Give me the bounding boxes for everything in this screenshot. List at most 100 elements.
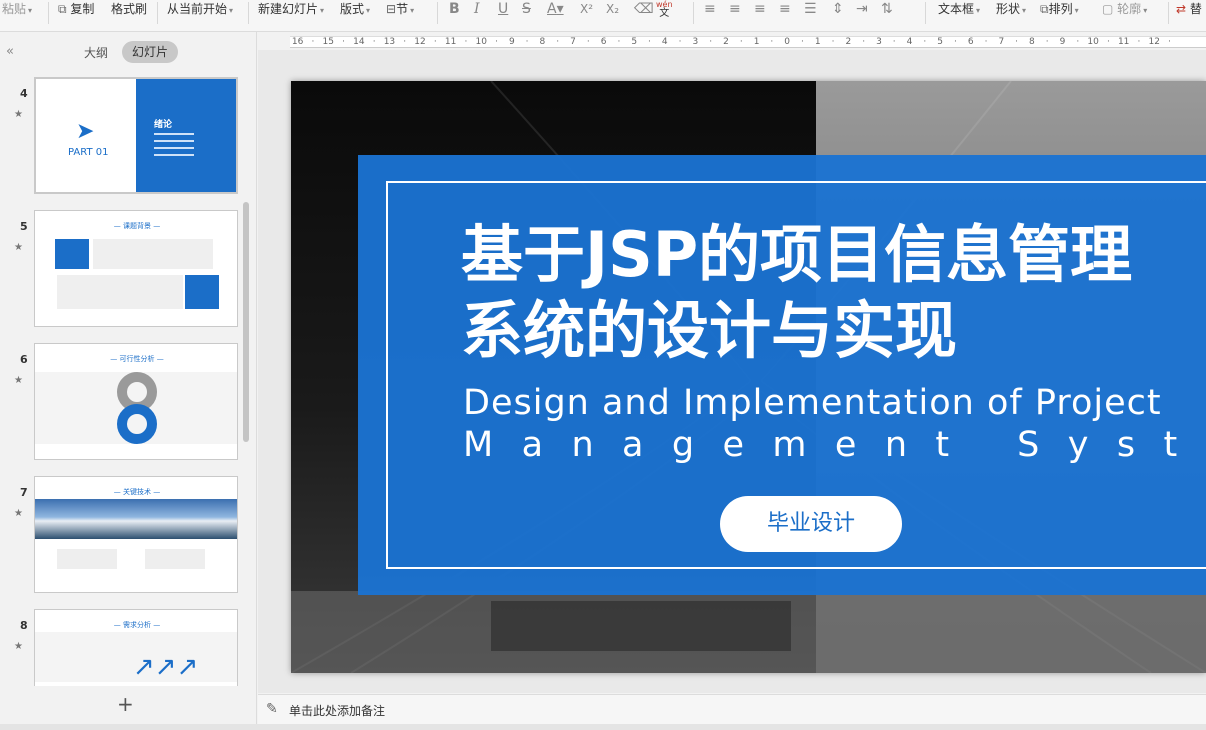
outline-button[interactable]: ▢ 轮廓 ▾ xyxy=(1102,0,1147,18)
bold-button[interactable]: B xyxy=(449,0,460,18)
slide-thumbnail[interactable]: — 课题背景 — xyxy=(34,210,238,327)
new-slide-button[interactable]: 新建幻灯片 ▾ xyxy=(258,0,324,18)
animation-star-icon: ★ xyxy=(14,641,23,652)
format-painter-label: 格式刷 xyxy=(111,2,148,16)
shape-button[interactable]: 形状 ▾ xyxy=(996,0,1026,18)
diamond-icon xyxy=(55,239,89,269)
indent-icon[interactable]: ⇥ xyxy=(856,0,868,18)
ruler-minor-tick: · xyxy=(556,37,560,47)
notes-bar[interactable]: ✎ 单击此处添加备注 xyxy=(258,694,1206,724)
graduation-design-label[interactable]: 毕业设计 xyxy=(720,496,902,552)
slide-thumbnail[interactable]: — 可行性分析 — xyxy=(34,343,238,460)
status-bar xyxy=(0,724,1206,730)
animation-star-icon: ★ xyxy=(14,375,23,386)
ruler-tick: 3 xyxy=(692,37,699,47)
paste-button[interactable]: 粘贴 ▾ xyxy=(2,0,32,18)
ruler-minor-tick: · xyxy=(1015,37,1019,47)
ruler-minor-tick: · xyxy=(801,37,804,47)
ruler-tick: 14 xyxy=(353,37,365,47)
section-title: 绪论 xyxy=(154,120,173,130)
align-center-icon[interactable]: ≡ xyxy=(729,0,741,18)
new-slide-label: 新建幻灯片 xyxy=(258,2,319,16)
font-color-button[interactable]: A▾ xyxy=(547,0,564,18)
layout-button[interactable]: 版式 ▾ xyxy=(340,0,370,18)
slide-thumbnail[interactable]: — 关键技术 — xyxy=(34,476,238,593)
pinyin-bottom: 文 xyxy=(659,8,670,19)
ruler-minor-tick: · xyxy=(1106,37,1110,47)
outline-icon: ▢ xyxy=(1102,2,1114,16)
italic-button[interactable]: I xyxy=(474,0,480,18)
ruler-minor-tick: · xyxy=(831,37,835,47)
ruler-minor-tick: · xyxy=(495,37,498,47)
slide-thumbnail[interactable]: — 需求分析 — ↗↗↗ xyxy=(34,609,238,686)
layout-label: 版式 xyxy=(340,2,365,16)
ruler-tick: 9 xyxy=(1059,37,1066,47)
ruler-tick: 6 xyxy=(600,37,607,47)
thumbnail-row[interactable]: 7 ★ — 关键技术 — xyxy=(0,476,257,596)
add-slide-button[interactable]: + xyxy=(117,692,134,716)
ruler-tick: 2 xyxy=(723,37,729,47)
thumb-blue-panel xyxy=(136,79,236,192)
notes-placeholder[interactable]: 单击此处添加备注 xyxy=(289,702,385,719)
ruler-tick: 1 xyxy=(753,37,760,47)
text-direction-icon[interactable]: ⇅ xyxy=(881,0,893,18)
ruler-minor-tick: · xyxy=(678,37,682,47)
replace-button[interactable]: ⇄ 替 xyxy=(1176,0,1202,18)
animation-star-icon: ★ xyxy=(14,508,23,519)
ruler-minor-tick: · xyxy=(953,37,957,47)
thumbnail-row[interactable]: 6 ★ — 可行性分析 — xyxy=(0,343,257,463)
thumb-title: — 课题背景 — xyxy=(113,222,161,230)
ruler-tick: 10 xyxy=(475,37,487,47)
ruler-minor-tick: · xyxy=(586,37,590,47)
strikethrough-button[interactable]: S xyxy=(522,0,531,18)
thumb-text-block xyxy=(145,549,205,569)
collapse-pane-icon[interactable]: « xyxy=(6,44,14,59)
eraser-icon[interactable]: ⌫ xyxy=(634,0,654,18)
ruler-minor-tick: · xyxy=(372,37,376,47)
section-label: 节 xyxy=(396,2,409,16)
slide-title-en-line2[interactable]: Management System xyxy=(463,425,1206,465)
slide-number: 6 xyxy=(20,353,28,366)
superscript-button[interactable]: X² xyxy=(580,0,593,18)
current-slide[interactable]: 基于JSP的项目信息管理 系统的设计与实现 Design and Impleme… xyxy=(291,81,1206,673)
replace-icon: ⇄ xyxy=(1176,2,1187,16)
pinyin-guide-button[interactable]: wén 文 xyxy=(656,0,673,19)
align-right-icon[interactable]: ≡ xyxy=(754,0,766,18)
thumbnail-scrollbar[interactable] xyxy=(243,202,249,442)
ruler-minor-tick: · xyxy=(403,37,407,47)
section-button[interactable]: ⊟节 ▾ xyxy=(386,0,414,18)
align-left-icon[interactable]: ≡ xyxy=(704,0,716,18)
textbox-label: 文本框 xyxy=(938,2,975,16)
textbox-button[interactable]: 文本框 ▾ xyxy=(938,0,980,18)
subscript-button[interactable]: X₂ xyxy=(606,0,619,18)
ruler-minor-tick: · xyxy=(648,37,651,47)
ruler-minor-tick: · xyxy=(984,37,988,47)
part-label: PART 01 xyxy=(68,147,109,158)
thumbnail-row[interactable]: 5 ★ — 课题背景 — xyxy=(0,210,257,330)
format-painter-button[interactable]: 格式刷 xyxy=(111,0,147,18)
thumbnail-row[interactable]: 8 ★ — 需求分析 — ↗↗↗ xyxy=(0,609,257,686)
arrange-button[interactable]: ⧉排列 ▾ xyxy=(1040,0,1079,18)
copy-button[interactable]: ⧉ 复制 xyxy=(58,0,94,18)
justify-icon[interactable]: ≡ xyxy=(779,0,791,18)
ruler-minor-tick: · xyxy=(1137,37,1141,47)
distribute-icon[interactable]: ☰ xyxy=(804,0,817,18)
slide-thumbnail[interactable]: ➤ PART 01 绪论 xyxy=(34,77,238,194)
slide-number: 8 xyxy=(20,619,28,632)
thumb-text-block xyxy=(57,275,183,309)
line-spacing-icon[interactable]: ⇕ xyxy=(832,0,844,18)
slide-title-cn[interactable]: 基于JSP的项目信息管理 系统的设计与实现 xyxy=(461,217,1201,369)
copy-icon: ⧉ xyxy=(58,2,67,16)
animation-star-icon: ★ xyxy=(14,109,23,120)
arrange-label: 排列 xyxy=(1048,2,1073,16)
copy-label: 复制 xyxy=(70,2,95,16)
tab-slides[interactable]: 幻灯片 xyxy=(122,41,178,63)
thumb-text-block xyxy=(57,549,117,569)
thumbnail-row[interactable]: 4 ★ ➤ PART 01 绪论 xyxy=(0,77,257,197)
ruler-minor-tick: · xyxy=(311,37,315,47)
underline-button[interactable]: U xyxy=(498,0,508,18)
slide-title-en-line1[interactable]: Design and Implementation of Project xyxy=(463,383,1162,423)
tab-outline[interactable]: 大纲 xyxy=(84,44,108,61)
play-from-current-button[interactable]: 从当前开始 ▾ xyxy=(167,0,233,18)
ruler-tick: 15 xyxy=(322,37,334,47)
